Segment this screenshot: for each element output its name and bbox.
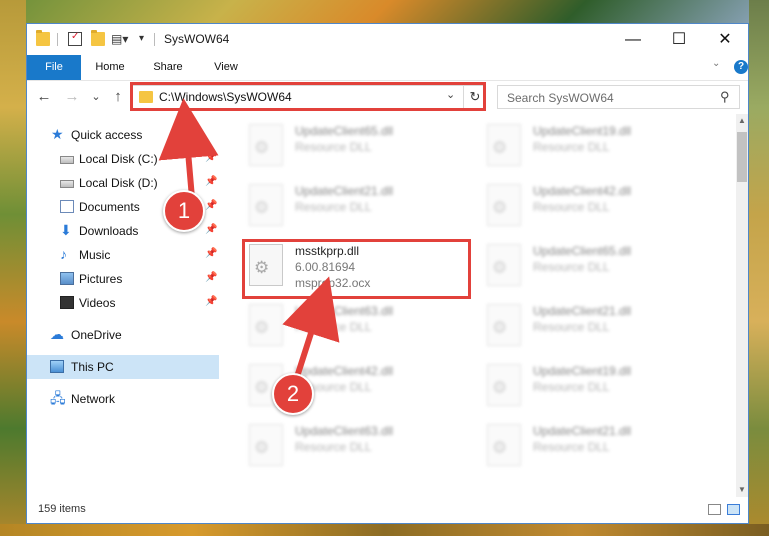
arrow-1 bbox=[158, 98, 219, 201]
annotation-arrows bbox=[158, 98, 340, 383]
step-badge-2: 2 bbox=[272, 373, 314, 415]
step-badge-1: 1 bbox=[163, 190, 205, 232]
arrow-2 bbox=[282, 276, 340, 383]
